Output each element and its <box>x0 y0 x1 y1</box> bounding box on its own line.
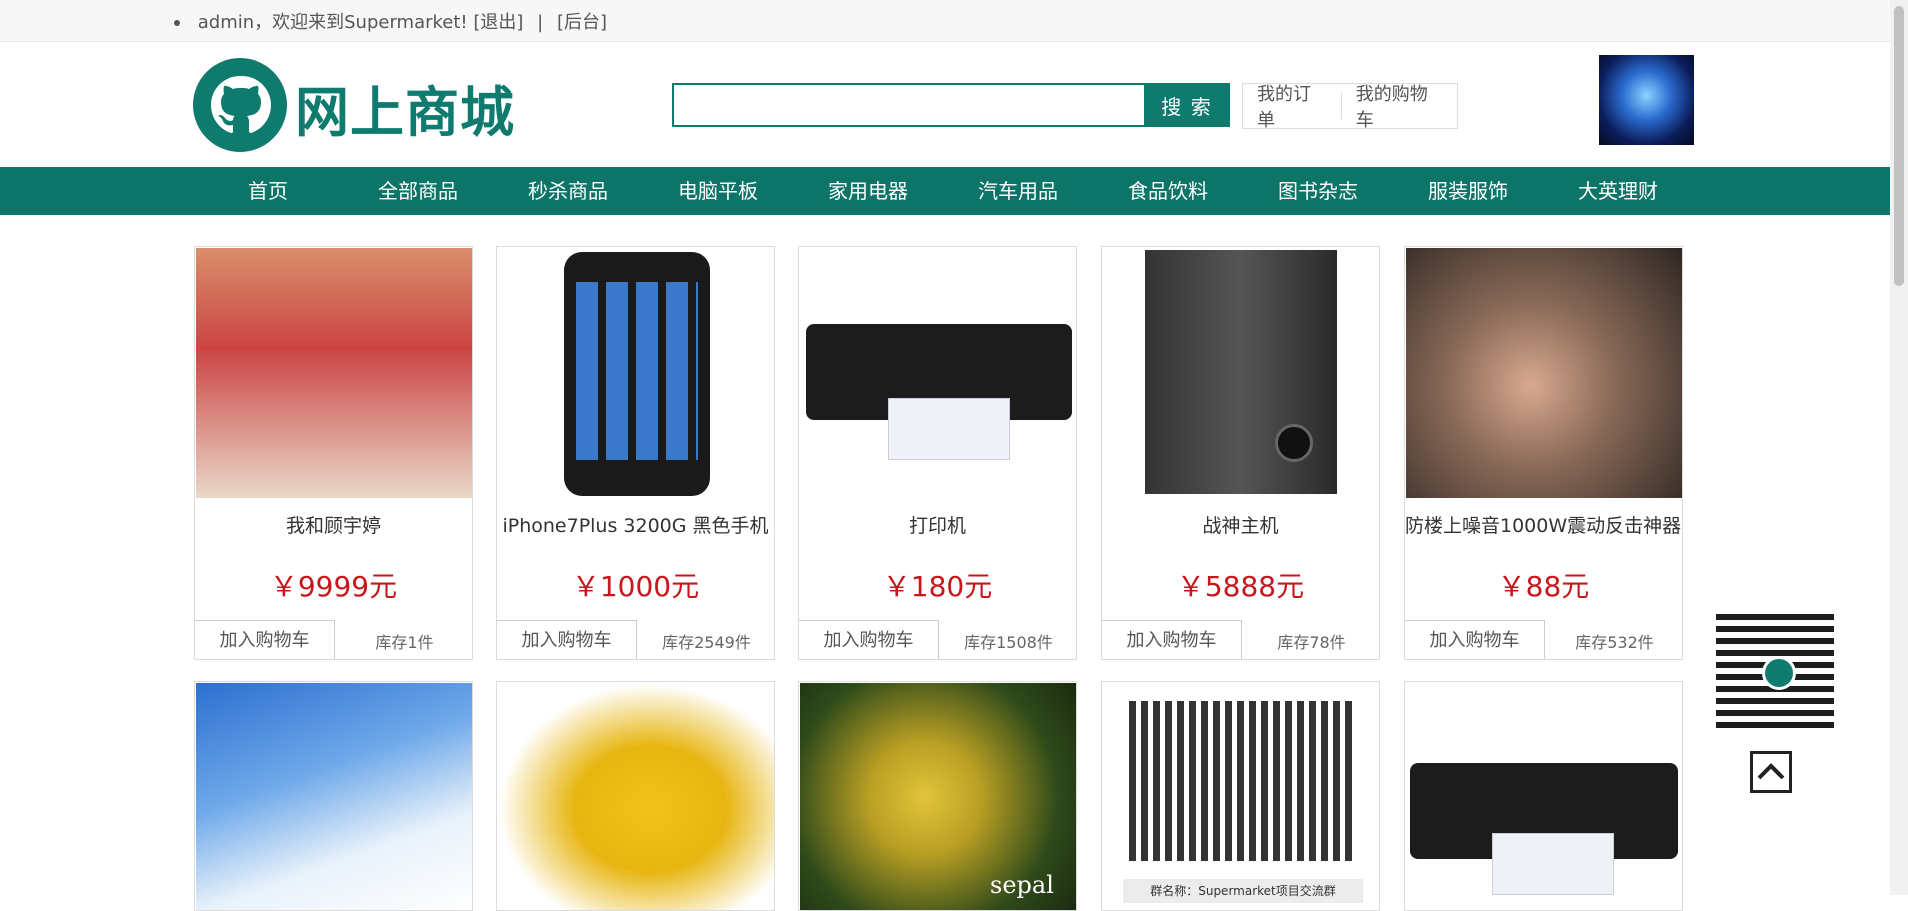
skier-photo <box>196 683 472 910</box>
github-logo-icon <box>193 58 287 152</box>
nav-item-flash-sale[interactable]: 秒杀商品 <box>508 167 628 215</box>
product-card[interactable]: 战神主机 ￥5888元 加入购物车 库存78件 <box>1101 246 1380 660</box>
product-card[interactable]: iPhone7Plus 3200G 黑色手机 ￥1000元 加入购物车 库存25… <box>496 246 775 660</box>
scrollbar[interactable] <box>1890 0 1908 895</box>
product-price: ￥5888元 <box>1176 570 1305 603</box>
product-name[interactable]: 战神主机 <box>1102 511 1379 538</box>
product-name[interactable]: 防楼上噪音1000W震动反击神器1 <box>1405 511 1682 538</box>
nav-item-books[interactable]: 图书杂志 <box>1258 167 1378 215</box>
my-orders-link[interactable]: 我的订单 <box>1243 80 1341 132</box>
scrollbar-thumb[interactable] <box>1894 6 1904 286</box>
welcome-text: admin，欢迎来到Supermarket! <box>197 12 468 33</box>
product-price: ￥1000元 <box>571 570 700 603</box>
logo[interactable]: 网上商城 <box>193 58 523 152</box>
stock-label: 库存532件 <box>1575 633 1654 652</box>
nav-item-home[interactable]: 首页 <box>208 167 328 215</box>
nav-item-auto[interactable]: 汽车用品 <box>958 167 1078 215</box>
nav-item-finance[interactable]: 大英理财 <box>1558 167 1678 215</box>
brain-image <box>1599 55 1694 145</box>
stock-label: 库存2549件 <box>662 633 751 652</box>
product-card[interactable]: 防楼上噪音1000W震动反击神器1 ￥88元 加入购物车 库存532件 <box>1404 246 1683 660</box>
search-input[interactable] <box>672 83 1150 127</box>
bullet-icon <box>174 20 180 26</box>
product-card[interactable] <box>1404 681 1683 911</box>
phone-photo <box>498 248 774 498</box>
logout-link[interactable]: [退出] <box>473 12 523 33</box>
user-links: 我的订单 我的购物车 <box>1242 80 1458 132</box>
product-price: ￥9999元 <box>269 570 398 603</box>
yellow-flower-photo: sepal <box>800 683 1076 910</box>
nav-item-clothing[interactable]: 服装服饰 <box>1408 167 1528 215</box>
qr-group-photo: 群名称：Supermarket项目交流群 <box>1103 683 1379 910</box>
printer-photo <box>1406 683 1682 910</box>
search-button[interactable]: 搜 索 <box>1144 83 1230 127</box>
nav-item-all-products[interactable]: 全部商品 <box>358 167 478 215</box>
product-card[interactable] <box>496 681 775 911</box>
pc-tower-photo <box>1103 248 1379 498</box>
product-price: ￥88元 <box>1497 570 1590 603</box>
stock-label: 库存1508件 <box>964 633 1053 652</box>
product-card[interactable]: 群名称：Supermarket项目交流群 <box>1101 681 1380 911</box>
nav-item-appliances[interactable]: 家用电器 <box>808 167 928 215</box>
admin-link[interactable]: [后台] <box>557 12 607 33</box>
banana-photo <box>498 683 774 910</box>
top-bar: admin，欢迎来到Supermarket! [退出] | [后台] <box>0 0 1890 42</box>
header: 网上商城 搜 索 我的订单 我的购物车 <box>0 42 1890 166</box>
github-logo-icon <box>1762 656 1796 690</box>
product-name[interactable]: 打印机 <box>799 511 1076 538</box>
couple-photo <box>196 248 472 498</box>
separator: | <box>537 12 544 33</box>
chevron-up-icon[interactable] <box>1750 751 1792 793</box>
product-name[interactable]: iPhone7Plus 3200G 黑色手机 <box>497 511 774 538</box>
top-bar-links: admin，欢迎来到Supermarket! [退出] | [后台] <box>174 8 607 34</box>
add-to-cart-button[interactable]: 加入购物车 <box>1405 620 1545 659</box>
stock-label: 库存1件 <box>375 633 434 652</box>
product-card[interactable]: 我和顾宇婷 ￥9999元 加入购物车 库存1件 <box>194 246 473 660</box>
product-card[interactable]: sepal <box>798 681 1077 911</box>
my-cart-link[interactable]: 我的购物车 <box>1342 80 1457 132</box>
product-name[interactable]: 我和顾宇婷 <box>195 511 472 538</box>
product-card[interactable] <box>194 681 473 911</box>
image-caption: 群名称：Supermarket项目交流群 <box>1123 879 1363 903</box>
scared-face-photo <box>1406 248 1682 498</box>
add-to-cart-button[interactable]: 加入购物车 <box>1102 620 1242 659</box>
nav-item-food[interactable]: 食品饮料 <box>1108 167 1228 215</box>
product-price: ￥180元 <box>882 570 993 603</box>
category-nav: 首页 全部商品 秒杀商品 电脑平板 家用电器 汽车用品 食品饮料 图书杂志 服装… <box>0 167 1892 215</box>
search-bar: 搜 索 <box>672 83 1230 127</box>
printer-photo <box>800 248 1076 498</box>
add-to-cart-button[interactable]: 加入购物车 <box>799 620 939 659</box>
nav-item-computers[interactable]: 电脑平板 <box>658 167 778 215</box>
logo-text: 网上商城 <box>295 81 515 144</box>
product-card[interactable]: 打印机 ￥180元 加入购物车 库存1508件 <box>798 246 1077 660</box>
add-to-cart-button[interactable]: 加入购物车 <box>497 620 637 659</box>
stock-label: 库存78件 <box>1277 633 1346 652</box>
add-to-cart-button[interactable]: 加入购物车 <box>195 620 335 659</box>
